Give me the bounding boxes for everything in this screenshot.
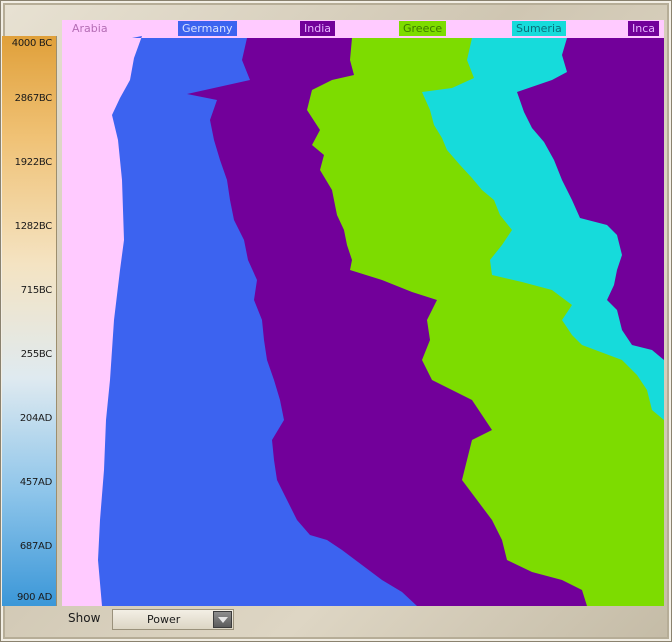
timeline-label: 4000 BC: [11, 38, 53, 49]
timeline-label: 457AD: [19, 477, 52, 488]
legend-arabia: Arabia: [68, 21, 112, 36]
dropdown-button[interactable]: [213, 611, 232, 628]
chevron-down-icon: [218, 617, 228, 623]
bottom-controls: Show Power: [60, 607, 670, 637]
timeline-label: 1282BC: [14, 221, 53, 232]
timeline-axis: 4000 BC 2867BC 1922BC 1282BC 715BC 255BC…: [2, 36, 57, 606]
legend-inca: Inca: [628, 21, 660, 36]
legend-sumeria: Sumeria: [512, 21, 566, 36]
show-select[interactable]: Power: [112, 609, 234, 630]
timeline-label: 900 AD: [16, 592, 52, 603]
timeline-label: 255BC: [20, 349, 53, 360]
legend-greece: Greece: [399, 21, 447, 36]
show-select-value: Power: [147, 613, 181, 626]
timeline-label: 687AD: [19, 541, 52, 552]
timeline-label: 715BC: [20, 285, 53, 296]
power-bands: [62, 20, 664, 606]
timeline-label: 1922BC: [14, 157, 53, 168]
timeline-label: 2867BC: [14, 93, 53, 104]
power-history-chart: Arabia Germany India Greece Sumeria Inca: [62, 20, 664, 606]
legend-germany: Germany: [178, 21, 237, 36]
show-label: Show: [68, 611, 101, 625]
timeline-label: 204AD: [19, 413, 52, 424]
legend-india: India: [300, 21, 335, 36]
